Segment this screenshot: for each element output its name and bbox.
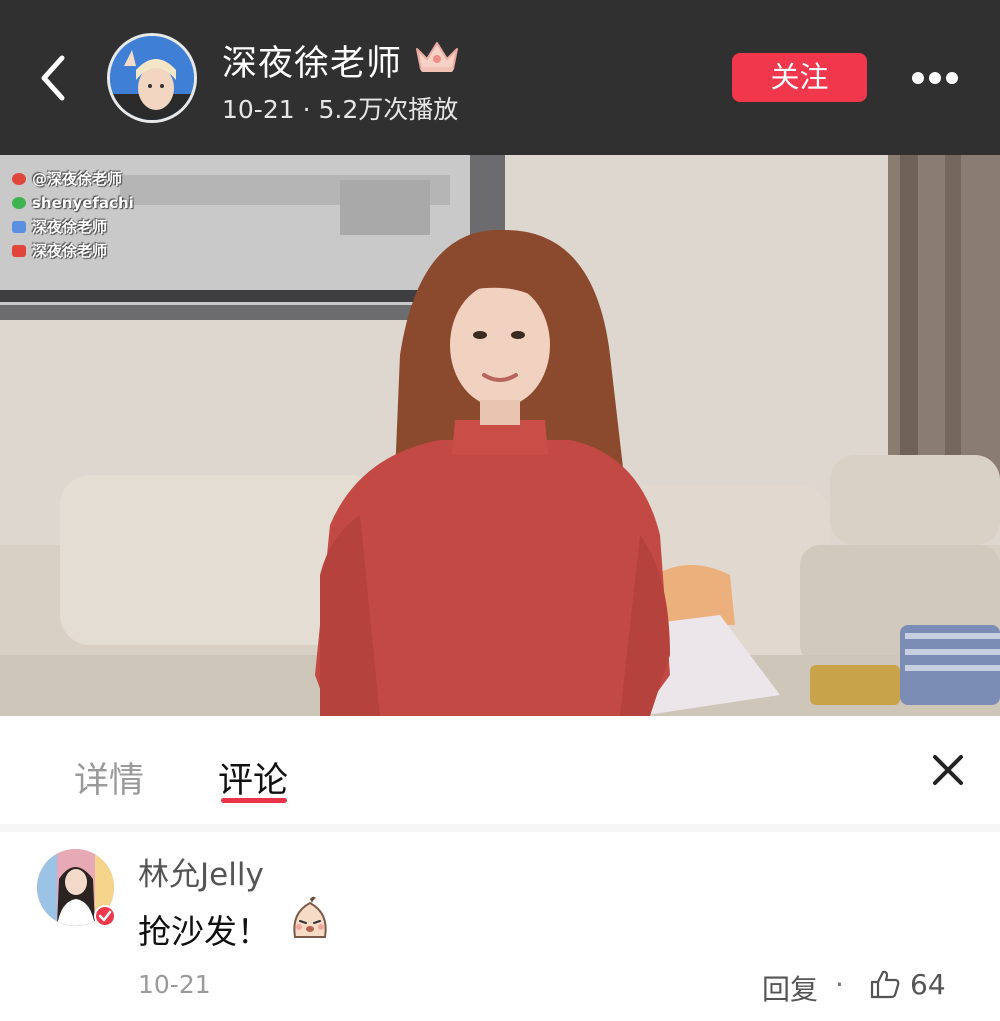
reply-button[interactable]: 回复 xyxy=(762,968,818,1008)
thumbs-up-icon[interactable] xyxy=(868,967,902,1001)
video-camera-icon xyxy=(12,245,26,257)
tab-comments[interactable]: 评论 xyxy=(218,752,288,803)
wechat-icon xyxy=(12,197,26,209)
comment-text: 抢沙发！ xyxy=(138,912,270,951)
watermark-line4: 深夜徐老师 xyxy=(32,242,108,260)
tab-bar: 详情 评论 xyxy=(0,716,1000,824)
watermark-weibo: @深夜徐老师 xyxy=(32,170,123,188)
close-button[interactable] xyxy=(930,752,966,788)
tab-details[interactable]: 详情 xyxy=(74,752,144,803)
crown-icon xyxy=(416,42,458,72)
top-bar: 深夜徐老师 10-21 · 5.2万次播放 关注 xyxy=(0,0,1000,155)
video-player[interactable]: @深夜徐老师 shenyefachi 深夜徐老师 深夜徐老师 xyxy=(0,155,1000,716)
author-name[interactable]: 深夜徐老师 xyxy=(222,35,402,86)
weibo-icon xyxy=(12,173,26,185)
commenter-name[interactable]: 林允Jelly xyxy=(138,849,264,894)
active-tab-indicator xyxy=(221,798,287,803)
follow-button[interactable]: 关注 xyxy=(732,53,867,102)
back-arrow-icon xyxy=(41,55,65,101)
verified-badge xyxy=(94,905,116,927)
video-watermark: @深夜徐老师 shenyefachi 深夜徐老师 深夜徐老师 xyxy=(12,167,134,263)
back-button[interactable] xyxy=(30,48,80,108)
section-divider xyxy=(0,824,1000,832)
sticker-emoji-icon xyxy=(293,896,327,938)
verified-icon xyxy=(96,907,114,925)
watermark-wechat: shenyefachi xyxy=(32,194,134,212)
close-icon xyxy=(933,755,963,785)
comment-date: 10-21 xyxy=(138,970,211,999)
more-icon xyxy=(912,72,924,84)
like-count: 64 xyxy=(910,968,946,1001)
meta-separator: · xyxy=(835,968,844,1001)
avatar-image xyxy=(110,36,194,120)
video-frame xyxy=(0,155,1000,716)
mail-icon xyxy=(12,221,26,233)
watermark-line3: 深夜徐老师 xyxy=(32,218,108,236)
more-button[interactable] xyxy=(908,66,962,90)
author-avatar[interactable] xyxy=(107,33,197,123)
post-meta: 10-21 · 5.2万次播放 xyxy=(222,95,459,124)
